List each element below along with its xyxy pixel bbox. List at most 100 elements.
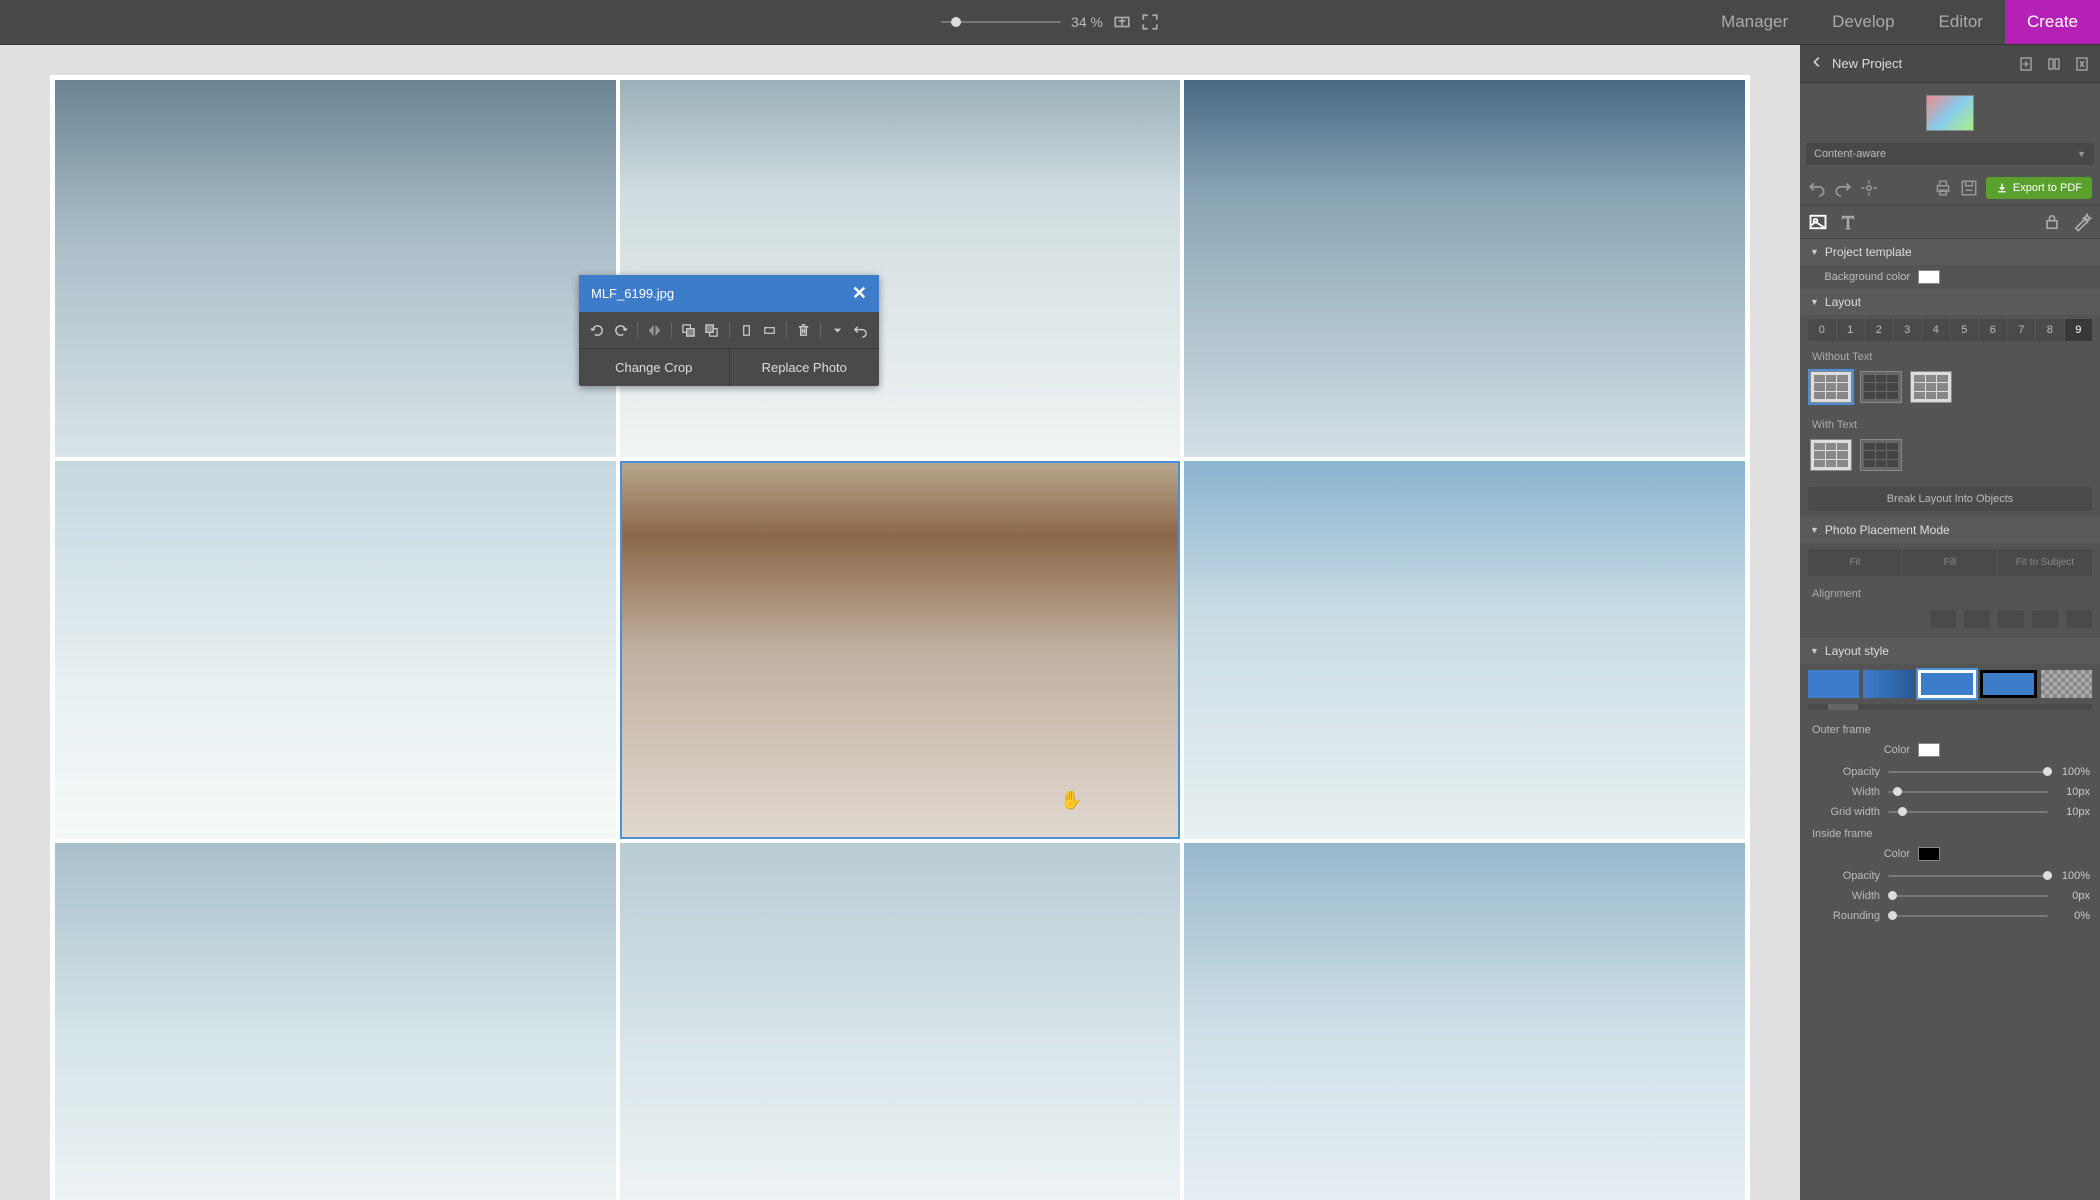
layout-option-1[interactable] (1810, 371, 1852, 403)
layout-option-text-1[interactable] (1810, 439, 1852, 471)
style-2[interactable] (1863, 670, 1914, 698)
count-4[interactable]: 4 (1922, 319, 1951, 341)
style-5[interactable] (2041, 670, 2092, 698)
delete-page-icon[interactable] (2074, 56, 2090, 72)
photo-floating-toolbar: MLF_6199.jpg ✕ Change (579, 275, 879, 386)
photo-cell-3[interactable] (1184, 80, 1745, 457)
photo-toolbar-header[interactable]: MLF_6199.jpg ✕ (579, 275, 879, 312)
style-3-selected[interactable] (1918, 670, 1975, 698)
tab-manager[interactable]: Manager (1699, 0, 1810, 44)
close-icon[interactable]: ✕ (852, 283, 867, 304)
outer-width-slider[interactable] (1888, 791, 2048, 793)
style-options (1800, 664, 2100, 704)
align-4[interactable] (2032, 610, 2058, 628)
layout-option-text-2[interactable] (1860, 439, 1902, 471)
canvas-area[interactable]: MLF_6199.jpg ✕ Change (0, 45, 1800, 1200)
inside-color-swatch[interactable] (1918, 847, 1940, 861)
tab-develop[interactable]: Develop (1810, 0, 1916, 44)
photo-cell-6[interactable] (1184, 461, 1745, 838)
magic-wand-icon[interactable] (2072, 212, 2092, 232)
fullscreen-icon[interactable] (1141, 13, 1159, 31)
save-icon[interactable] (1960, 179, 1978, 197)
layout-option-2[interactable] (1860, 371, 1902, 403)
back-icon[interactable] (1810, 55, 1824, 72)
inside-width-slider[interactable] (1888, 895, 2048, 897)
count-6[interactable]: 6 (1979, 319, 2008, 341)
zoom-slider[interactable] (941, 21, 1061, 23)
count-5[interactable]: 5 (1951, 319, 1980, 341)
rotate-right-icon[interactable] (612, 320, 629, 340)
mode-fit[interactable]: Fit (1808, 549, 1903, 576)
fit-to-screen-icon[interactable] (1113, 13, 1131, 31)
new-page-icon[interactable] (2018, 56, 2034, 72)
mode-fit-to-subject[interactable]: Fit to Subject (1998, 549, 2092, 576)
text-tool-icon[interactable] (1838, 212, 1858, 232)
bring-forward-icon[interactable] (680, 320, 697, 340)
style-scrollbar[interactable] (1808, 704, 2092, 710)
section-photo-placement[interactable]: ▼ Photo Placement Mode (1800, 517, 2100, 543)
count-3[interactable]: 3 (1894, 319, 1923, 341)
align-3[interactable] (1998, 610, 2024, 628)
photo-cell-1[interactable] (55, 80, 616, 457)
outer-opacity-slider[interactable] (1888, 771, 2048, 773)
page-thumbnail[interactable] (1926, 95, 1974, 131)
photo-cell-9[interactable] (1184, 843, 1745, 1200)
grid-width-slider[interactable] (1888, 811, 2048, 813)
frame-wide-icon[interactable] (761, 320, 778, 340)
rounding-slider[interactable] (1888, 915, 2048, 917)
send-backward-icon[interactable] (703, 320, 720, 340)
photo-cell-7[interactable] (55, 843, 616, 1200)
layout-photo-count: 0 1 2 3 4 5 6 7 8 9 (1808, 319, 2092, 341)
count-2[interactable]: 2 (1865, 319, 1894, 341)
align-2[interactable] (1964, 610, 1990, 628)
outer-frame-label: Outer frame (1800, 718, 2100, 738)
section-layout-style[interactable]: ▼ Layout style (1800, 638, 2100, 664)
redo-icon[interactable] (1834, 179, 1852, 197)
photo-cell-5-selected[interactable] (620, 461, 1181, 838)
photo-cell-2[interactable] (620, 80, 1181, 457)
print-icon[interactable] (1934, 179, 1952, 197)
without-text-label: Without Text (1800, 345, 2100, 367)
lock-icon[interactable] (2042, 212, 2062, 232)
inside-opacity-row: Opacity 100% (1800, 866, 2100, 886)
break-layout-button[interactable]: Break Layout Into Objects (1808, 487, 2092, 511)
replace-photo-button[interactable]: Replace Photo (730, 349, 880, 386)
count-8[interactable]: 8 (2036, 319, 2065, 341)
outer-width-row: Width 10px (1800, 782, 2100, 802)
section-layout[interactable]: ▼ Layout (1800, 289, 2100, 315)
delete-icon[interactable] (795, 320, 812, 340)
section-project-template[interactable]: ▼ Project template (1800, 239, 2100, 265)
align-1[interactable] (1930, 610, 1956, 628)
photo-cell-8[interactable] (620, 843, 1181, 1200)
count-9[interactable]: 9 (2065, 319, 2093, 341)
mode-fill[interactable]: Fill (1903, 549, 1998, 576)
placement-dropdown[interactable]: Content-aware ▼ (1806, 143, 2094, 165)
rotate-left-icon[interactable] (589, 320, 606, 340)
undo-icon[interactable] (852, 320, 869, 340)
style-4[interactable] (1980, 670, 2037, 698)
frame-narrow-icon[interactable] (737, 320, 754, 340)
zoom-slider-thumb[interactable] (951, 17, 961, 27)
inside-opacity-slider[interactable] (1888, 875, 2048, 877)
photo-cell-4[interactable] (55, 461, 616, 838)
export-pdf-button[interactable]: Export to PDF (1986, 177, 2092, 199)
tab-create[interactable]: Create (2005, 0, 2100, 44)
settings-icon[interactable] (1860, 179, 1878, 197)
count-1[interactable]: 1 (1837, 319, 1866, 341)
photo-toolbar-buttons: Change Crop Replace Photo (579, 349, 879, 386)
undo-icon[interactable] (1808, 179, 1826, 197)
chevron-down-icon[interactable] (829, 320, 846, 340)
outer-color-swatch[interactable] (1918, 743, 1940, 757)
image-tool-icon[interactable] (1808, 212, 1828, 232)
style-1[interactable] (1808, 670, 1859, 698)
tab-editor[interactable]: Editor (1917, 0, 2005, 44)
change-crop-button[interactable]: Change Crop (579, 349, 730, 386)
count-0[interactable]: 0 (1808, 319, 1837, 341)
flip-horizontal-icon[interactable] (646, 320, 663, 340)
zoom-controls: 34 % (941, 13, 1159, 31)
duplicate-page-icon[interactable] (2046, 56, 2062, 72)
count-7[interactable]: 7 (2008, 319, 2037, 341)
layout-option-3[interactable] (1910, 371, 1952, 403)
align-5[interactable] (2066, 610, 2092, 628)
bg-color-swatch[interactable] (1918, 270, 1940, 284)
